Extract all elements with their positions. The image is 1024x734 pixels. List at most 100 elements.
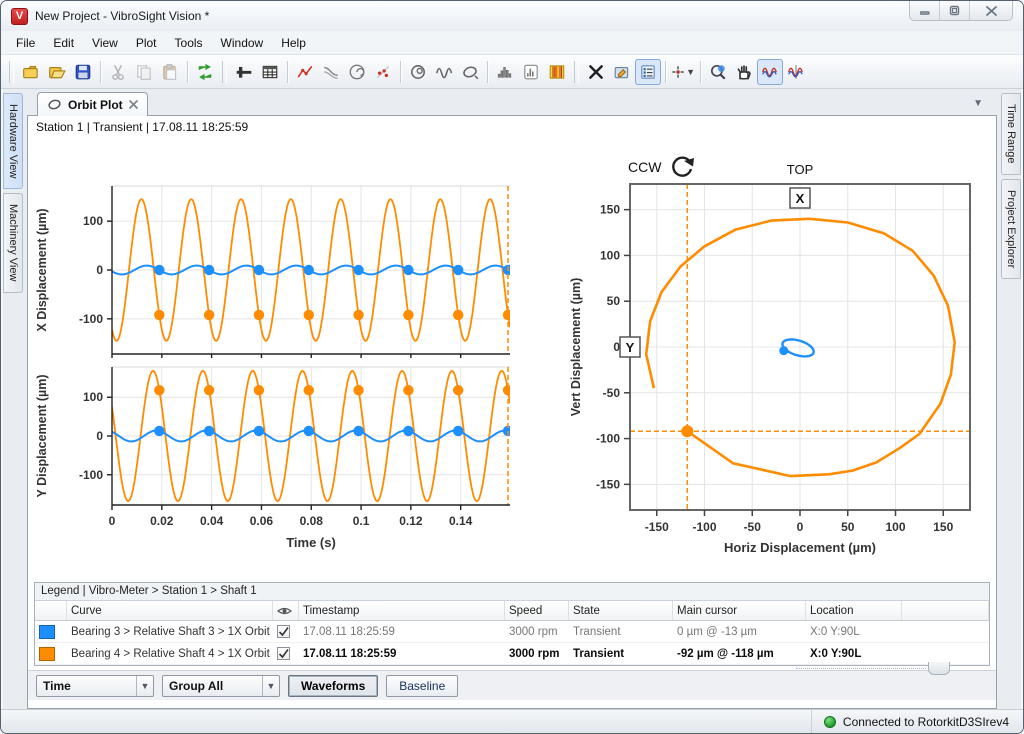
curve-swatch-cell	[35, 621, 67, 643]
scatter-plot-button[interactable]	[370, 59, 396, 85]
paste-button[interactable]	[157, 59, 183, 85]
cut-button[interactable]	[105, 59, 131, 85]
timestamp-value: 17.08.11 18:25:59	[299, 643, 505, 665]
synchronize-icon	[196, 63, 214, 81]
svg-text:100: 100	[885, 520, 905, 534]
y-waveform-chart[interactable]: -100010000.020.040.060.080.10.120.14Time…	[30, 363, 540, 561]
waterfall-plot-icon	[548, 63, 566, 81]
svg-text:X: X	[796, 191, 805, 206]
statusbar: Connected to RotorkitD3SIrev4	[1, 709, 1023, 733]
zoom-mode-button[interactable]	[705, 59, 731, 85]
x-waveform-chart[interactable]: -1000100X Displacement (µm)	[30, 176, 540, 358]
tab-close-icon[interactable]	[129, 100, 138, 109]
time-mode-dropdown-arrow-icon[interactable]: ▼	[136, 676, 153, 696]
side-tab-time-range[interactable]: Time Range	[1001, 93, 1021, 175]
histogram-plot-button[interactable]	[492, 59, 518, 85]
cut-icon	[109, 63, 127, 81]
svg-text:Y Displacement (µm): Y Displacement (µm)	[35, 375, 49, 498]
synchronize-button[interactable]	[192, 59, 218, 85]
toolbar-grip[interactable]	[222, 61, 227, 83]
tab-list-dropdown-icon[interactable]: ▼	[973, 98, 983, 109]
cursor-mode-button[interactable]: ▼	[670, 59, 696, 85]
splitter-handle[interactable]	[928, 662, 950, 675]
menu-view[interactable]: View	[83, 33, 127, 53]
bode-plot-button[interactable]	[318, 59, 344, 85]
menu-file[interactable]: File	[7, 33, 44, 53]
menu-plot[interactable]: Plot	[127, 33, 166, 53]
waveforms-button[interactable]: Waveforms	[288, 675, 378, 697]
legend-row-1[interactable]: Bearing 3 > Relative Shaft 3 > 1X Orbit1…	[35, 621, 989, 643]
bode-plot-icon	[322, 63, 340, 81]
trend-plot-button[interactable]	[292, 59, 318, 85]
side-tab-project-explorer[interactable]: Project Explorer	[1001, 179, 1021, 279]
connection-led-icon	[824, 716, 836, 728]
orbit-single-icon	[461, 63, 479, 81]
tab-orbit-plot[interactable]: Orbit Plot	[37, 92, 148, 116]
time-mode-dropdown[interactable]: Time ▼	[36, 675, 154, 697]
legend-col-speed[interactable]: Speed	[505, 601, 569, 621]
open-project-icon	[48, 63, 66, 81]
group-mode-dropdown[interactable]: Group All ▼	[162, 675, 280, 697]
orbit-chart[interactable]: -150-100-50050100150-150-100-50050100150…	[566, 144, 996, 568]
side-tab-machinery-view[interactable]: Machinery View	[3, 193, 23, 292]
side-tab-hardware-view[interactable]: Hardware View	[3, 93, 23, 189]
open-project-button[interactable]	[44, 59, 70, 85]
orbit-plot-document: Station 1 | Transient | 17.08.11 18:25:5…	[27, 115, 997, 709]
waveform-plot-button[interactable]	[431, 59, 457, 85]
polar-plot-button[interactable]	[344, 59, 370, 85]
legend-col-timestamp[interactable]: Timestamp	[299, 601, 505, 621]
baseline-button[interactable]: Baseline	[386, 675, 458, 697]
legend-col-curve[interactable]: Curve	[67, 601, 273, 621]
visibility-checkbox[interactable]	[277, 647, 290, 660]
legend-col-visibility[interactable]	[273, 601, 299, 621]
copy-button[interactable]	[131, 59, 157, 85]
toolbar-grip[interactable]	[574, 61, 579, 83]
svg-text:0.08: 0.08	[300, 514, 324, 528]
waterfall-plot-button[interactable]	[544, 59, 570, 85]
orbit-single-button[interactable]	[457, 59, 483, 85]
orbit-plot-button[interactable]	[405, 59, 431, 85]
restore-icon	[949, 5, 960, 16]
compensated-waveform-button[interactable]	[757, 59, 783, 85]
new-document-button[interactable]	[18, 59, 44, 85]
group-mode-value: Group All	[163, 679, 262, 693]
spectrum-plot-button[interactable]	[518, 59, 544, 85]
data-table-icon	[261, 63, 279, 81]
menu-edit[interactable]: Edit	[44, 33, 83, 53]
check-icon	[278, 626, 289, 637]
toolbar-grip[interactable]	[9, 61, 14, 83]
legend-toggle-button[interactable]	[635, 59, 661, 85]
visibility-checkbox[interactable]	[277, 625, 290, 638]
legend-col-swatch[interactable]	[35, 601, 67, 621]
close-button[interactable]	[970, 1, 1012, 20]
legend-col-main-cursor[interactable]: Main cursor	[673, 601, 806, 621]
toolbar-separator	[400, 61, 401, 83]
menu-tools[interactable]: Tools	[166, 33, 212, 53]
delete-button[interactable]	[583, 59, 609, 85]
visibility-cell	[273, 643, 299, 665]
properties-button[interactable]	[609, 59, 635, 85]
legend-row-2[interactable]: Bearing 4 > Relative Shaft 4 > 1X Orbit1…	[35, 643, 989, 665]
close-icon	[986, 6, 997, 16]
histogram-plot-icon	[496, 63, 514, 81]
svg-text:0.14: 0.14	[449, 514, 473, 528]
data-table-button[interactable]	[257, 59, 283, 85]
pan-mode-button[interactable]	[731, 59, 757, 85]
menu-help[interactable]: Help	[272, 33, 315, 53]
machine-train-button[interactable]	[231, 59, 257, 85]
svg-text:-100: -100	[692, 520, 716, 534]
uncompensated-waveform-button[interactable]	[783, 59, 809, 85]
legend-col-state[interactable]: State	[569, 601, 673, 621]
menu-window[interactable]: Window	[212, 33, 273, 53]
svg-text:-100: -100	[79, 312, 103, 326]
save-project-button[interactable]	[70, 59, 96, 85]
polar-plot-icon	[348, 63, 366, 81]
group-mode-dropdown-arrow-icon[interactable]: ▼	[262, 676, 279, 696]
rotation-direction-label: CCW	[628, 159, 662, 175]
cursor-mode-dropdown-arrow-icon[interactable]: ▼	[686, 67, 695, 77]
svg-text:-100: -100	[79, 468, 103, 482]
legend-col-location[interactable]: Location	[806, 601, 902, 621]
restore-button[interactable]	[940, 1, 970, 20]
svg-text:100: 100	[83, 214, 103, 228]
minimize-button[interactable]	[910, 1, 940, 20]
